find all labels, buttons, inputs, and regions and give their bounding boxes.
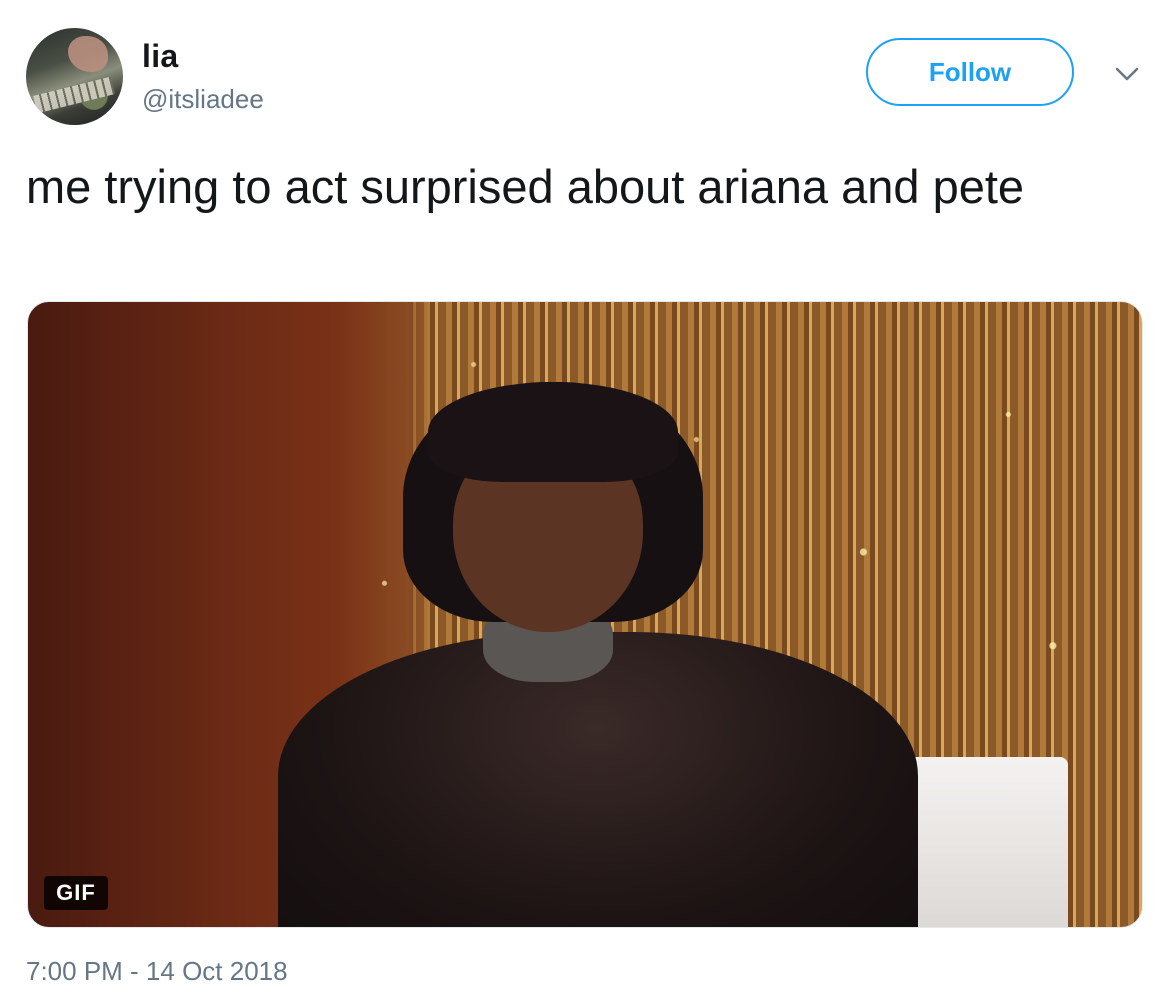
author-name[interactable]: lia — [142, 38, 178, 75]
chevron-down-icon[interactable] — [1114, 64, 1140, 84]
follow-button[interactable]: Follow — [866, 38, 1074, 106]
woman-body — [278, 632, 918, 927]
avatar-hand-detail — [68, 36, 108, 72]
tweet-timestamp[interactable]: 7:00 PM - 14 Oct 2018 — [26, 956, 288, 987]
author-handle[interactable]: @itsliadee — [142, 84, 264, 115]
avatar-keyboard-detail — [33, 76, 115, 114]
gif-media[interactable] — [27, 301, 1143, 928]
gif-badge: GIF — [44, 876, 108, 910]
avatar[interactable] — [26, 28, 123, 125]
tweet-text: me trying to act surprised about ariana … — [26, 160, 1025, 213]
woman-bangs — [428, 382, 678, 482]
